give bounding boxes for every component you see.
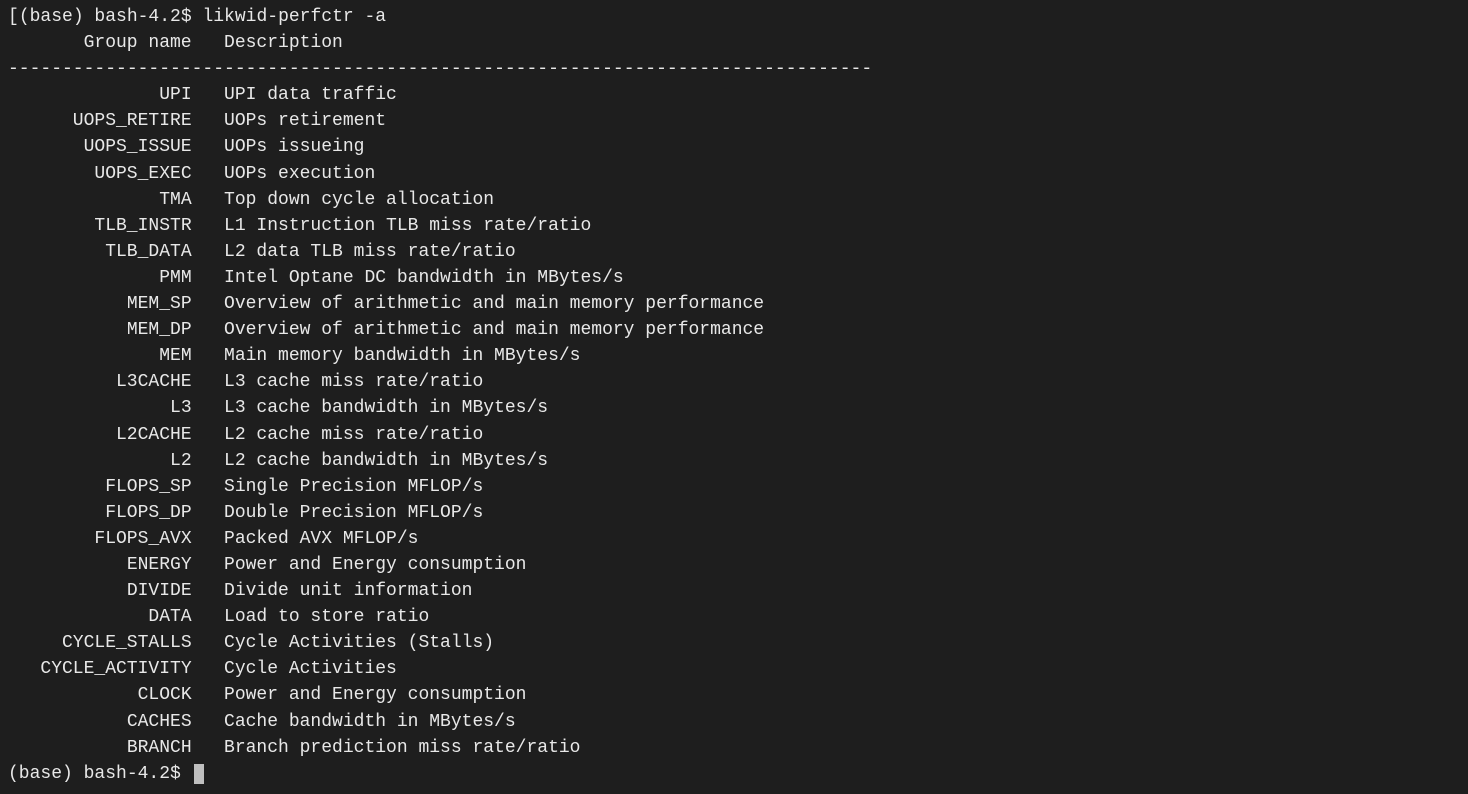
group-name: MEM_DP: [8, 317, 192, 343]
table-row: UPIUPI data traffic: [8, 82, 1460, 108]
group-name: BRANCH: [8, 735, 192, 761]
group-description: L1 Instruction TLB miss rate/ratio: [192, 213, 592, 239]
cursor-icon: [194, 764, 205, 784]
group-description: Cycle Activities (Stalls): [192, 630, 494, 656]
group-description: Overview of arithmetic and main memory p…: [192, 291, 764, 317]
group-name: ENERGY: [8, 552, 192, 578]
group-description: Power and Energy consumption: [192, 682, 527, 708]
table-row: MEMMain memory bandwidth in MBytes/s: [8, 343, 1460, 369]
group-description: L3 cache bandwidth in MBytes/s: [192, 395, 548, 421]
table-row: CYCLE_STALLSCycle Activities (Stalls): [8, 630, 1460, 656]
table-row: FLOPS_AVXPacked AVX MFLOP/s: [8, 526, 1460, 552]
group-name: DIVIDE: [8, 578, 192, 604]
table-row: L3L3 cache bandwidth in MBytes/s: [8, 395, 1460, 421]
group-description: Intel Optane DC bandwidth in MBytes/s: [192, 265, 624, 291]
group-name: FLOPS_SP: [8, 474, 192, 500]
table-row: BRANCHBranch prediction miss rate/ratio: [8, 735, 1460, 761]
table-row: TMATop down cycle allocation: [8, 187, 1460, 213]
table-row: L3CACHEL3 cache miss rate/ratio: [8, 369, 1460, 395]
group-name: UOPS_RETIRE: [8, 108, 192, 134]
table-row: DIVIDEDivide unit information: [8, 578, 1460, 604]
group-name: UOPS_EXEC: [8, 161, 192, 187]
group-name: MEM: [8, 343, 192, 369]
group-name: L2: [8, 448, 192, 474]
group-name: PMM: [8, 265, 192, 291]
group-name: TLB_INSTR: [8, 213, 192, 239]
group-description: Power and Energy consumption: [192, 552, 527, 578]
group-description: L3 cache miss rate/ratio: [192, 369, 484, 395]
shell-prompt: (base) bash-4.2$: [19, 7, 203, 27]
group-description: Divide unit information: [192, 578, 473, 604]
table-row: CACHESCache bandwidth in MBytes/s: [8, 709, 1460, 735]
table-row: CLOCKPower and Energy consumption: [8, 682, 1460, 708]
group-name: TMA: [8, 187, 192, 213]
group-name: L3: [8, 395, 192, 421]
table-row: PMMIntel Optane DC bandwidth in MBytes/s: [8, 265, 1460, 291]
group-description: L2 data TLB miss rate/ratio: [192, 239, 516, 265]
group-name: L2CACHE: [8, 422, 192, 448]
group-name: CYCLE_ACTIVITY: [8, 656, 192, 682]
table-row: ENERGYPower and Energy consumption: [8, 552, 1460, 578]
group-description: Top down cycle allocation: [192, 187, 494, 213]
table-header-row: Group name Description: [8, 30, 1460, 56]
table-row: UOPS_ISSUEUOPs issueing: [8, 134, 1460, 160]
group-description: Cache bandwidth in MBytes/s: [192, 709, 516, 735]
group-description: L2 cache bandwidth in MBytes/s: [192, 448, 548, 474]
table-row: TLB_INSTRL1 Instruction TLB miss rate/ra…: [8, 213, 1460, 239]
group-name: FLOPS_DP: [8, 500, 192, 526]
table-row: CYCLE_ACTIVITYCycle Activities: [8, 656, 1460, 682]
table-row: L2L2 cache bandwidth in MBytes/s: [8, 448, 1460, 474]
group-name: CACHES: [8, 709, 192, 735]
group-description: Main memory bandwidth in MBytes/s: [192, 343, 581, 369]
group-name: DATA: [8, 604, 192, 630]
group-description: Double Precision MFLOP/s: [192, 500, 484, 526]
group-description: Single Precision MFLOP/s: [192, 474, 484, 500]
group-name: MEM_SP: [8, 291, 192, 317]
group-description: UOPs execution: [192, 161, 376, 187]
group-name: UOPS_ISSUE: [8, 134, 192, 160]
next-prompt-line[interactable]: (base) bash-4.2$: [8, 761, 1460, 787]
groups-table: UPIUPI data trafficUOPS_RETIREUOPs retir…: [8, 82, 1460, 760]
group-description: UPI data traffic: [192, 82, 397, 108]
shell-prompt: (base) bash-4.2$: [8, 764, 192, 784]
group-description: Cycle Activities: [192, 656, 397, 682]
group-name: TLB_DATA: [8, 239, 192, 265]
group-name: UPI: [8, 82, 192, 108]
table-row: FLOPS_DPDouble Precision MFLOP/s: [8, 500, 1460, 526]
group-description: Load to store ratio: [192, 604, 430, 630]
terminal[interactable]: [(base) bash-4.2$ likwid-perfctr -a Grou…: [8, 4, 1460, 787]
group-description: UOPs issueing: [192, 134, 365, 160]
table-row: TLB_DATAL2 data TLB miss rate/ratio: [8, 239, 1460, 265]
separator-line: ----------------------------------------…: [8, 56, 1460, 82]
table-row: MEM_DPOverview of arithmetic and main me…: [8, 317, 1460, 343]
table-row: UOPS_EXECUOPs execution: [8, 161, 1460, 187]
header-description: Description: [192, 30, 343, 56]
table-row: L2CACHEL2 cache miss rate/ratio: [8, 422, 1460, 448]
group-description: Overview of arithmetic and main memory p…: [192, 317, 764, 343]
table-row: DATALoad to store ratio: [8, 604, 1460, 630]
group-name: CYCLE_STALLS: [8, 630, 192, 656]
group-description: L2 cache miss rate/ratio: [192, 422, 484, 448]
group-name: CLOCK: [8, 682, 192, 708]
group-name: L3CACHE: [8, 369, 192, 395]
command-line: [(base) bash-4.2$ likwid-perfctr -a: [8, 4, 1460, 30]
table-row: FLOPS_SPSingle Precision MFLOP/s: [8, 474, 1460, 500]
header-group-name: Group name: [8, 30, 192, 56]
table-row: MEM_SPOverview of arithmetic and main me…: [8, 291, 1460, 317]
group-description: Branch prediction miss rate/ratio: [192, 735, 581, 761]
group-name: FLOPS_AVX: [8, 526, 192, 552]
table-row: UOPS_RETIREUOPs retirement: [8, 108, 1460, 134]
group-description: UOPs retirement: [192, 108, 386, 134]
group-description: Packed AVX MFLOP/s: [192, 526, 419, 552]
typed-command: likwid-perfctr -a: [202, 7, 386, 27]
